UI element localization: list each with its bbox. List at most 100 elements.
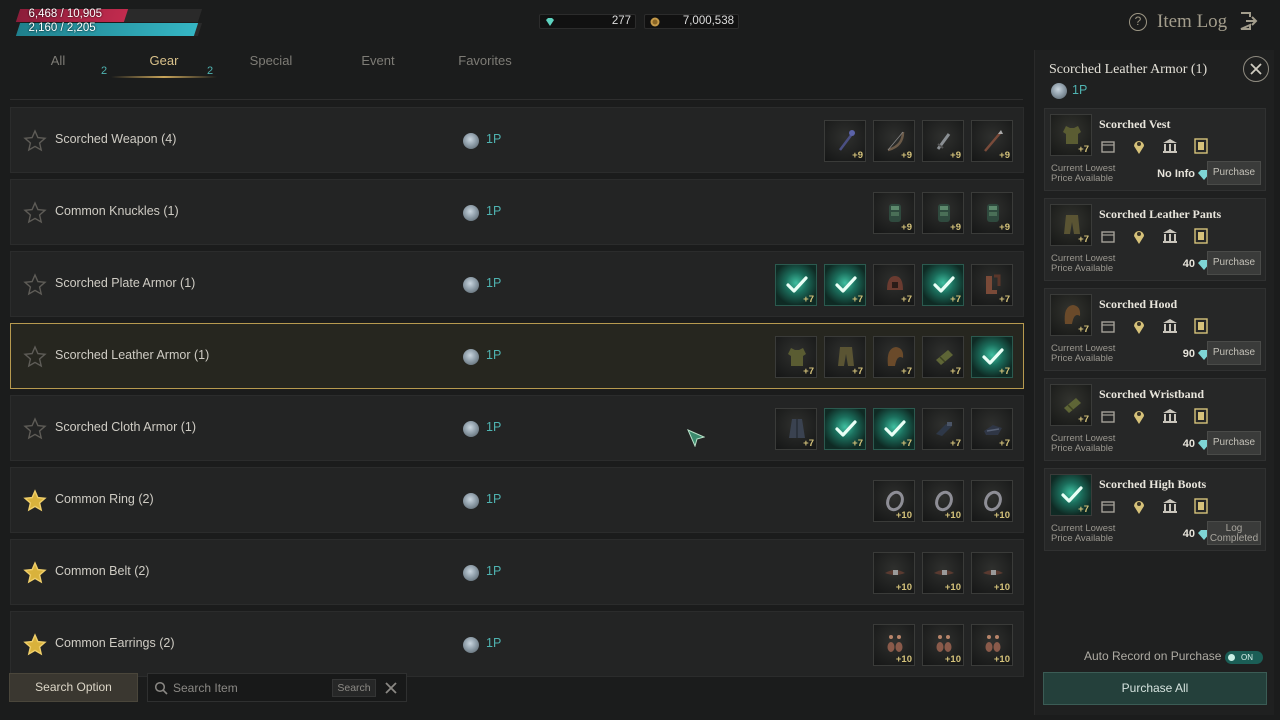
item-slot[interactable]: +7 — [922, 408, 964, 450]
favorite-star-icon[interactable] — [23, 129, 47, 153]
favorite-star-icon[interactable] — [23, 489, 47, 513]
item-slot[interactable]: +9 — [922, 192, 964, 234]
list-item[interactable]: Scorched Plate Armor (1) 1P +7 +7 +7 +7 +7 — [10, 251, 1024, 317]
item-slot[interactable]: +7 — [824, 336, 866, 378]
item-log-book-icon[interactable] — [1192, 317, 1210, 335]
item-slot[interactable]: +7 — [971, 408, 1013, 450]
item-set-name: Common Ring (2) — [55, 492, 154, 506]
tab-special[interactable]: Special — [226, 53, 316, 68]
list-item[interactable]: Scorched Cloth Armor (1) 1P +7 +7 +7 +7 +7 — [10, 395, 1024, 461]
tab-all[interactable]: All — [13, 53, 103, 68]
storage-icon[interactable] — [1099, 407, 1117, 425]
piece-thumbnail[interactable]: +7 — [1050, 474, 1092, 516]
purchase-button[interactable]: Purchase — [1207, 161, 1261, 185]
list-item[interactable]: Common Knuckles (1) 1P +9 +9 +9 — [10, 179, 1024, 245]
close-icon[interactable] — [384, 681, 398, 695]
question-circle-icon[interactable]: ? — [1129, 13, 1147, 31]
piece-card: +7 Scorched Vest Current Lowest Price Avail… — [1044, 108, 1266, 191]
item-slot[interactable]: +10 — [873, 552, 915, 594]
list-item[interactable]: Common Earrings (2) 1P +10 +10 +10 — [10, 611, 1024, 677]
item-slot[interactable]: +9 — [873, 120, 915, 162]
favorite-star-icon[interactable] — [23, 201, 47, 225]
hp-bar: 6,468 / 10,905 — [15, 8, 203, 22]
points-icon — [463, 421, 479, 437]
location-pin-icon[interactable] — [1130, 497, 1148, 515]
item-slot[interactable]: +7 — [922, 336, 964, 378]
favorite-star-icon[interactable] — [23, 561, 47, 585]
list-item[interactable]: Common Ring (2) 1P +10 +10 +10 — [10, 467, 1024, 533]
item-slot[interactable]: +10 — [971, 552, 1013, 594]
close-panel-button[interactable] — [1243, 56, 1269, 82]
favorite-star-icon[interactable] — [23, 273, 47, 297]
item-slot[interactable]: +7 — [873, 408, 915, 450]
item-slot[interactable]: +7 — [873, 336, 915, 378]
piece-thumbnail[interactable]: +7 — [1050, 114, 1092, 156]
item-slot[interactable]: +10 — [922, 480, 964, 522]
item-slot[interactable]: +7 — [775, 408, 817, 450]
lowest-line-2: Price Available — [1051, 172, 1114, 184]
item-slot[interactable]: +10 — [922, 552, 964, 594]
piece-thumbnail[interactable]: +7 — [1050, 204, 1092, 246]
item-slot[interactable]: +7 — [824, 408, 866, 450]
item-slot[interactable]: +7 — [971, 264, 1013, 306]
list-item[interactable]: Common Belt (2) 1P +10 +10 +10 — [10, 539, 1024, 605]
item-slot[interactable]: +9 — [873, 192, 915, 234]
favorite-star-icon[interactable] — [23, 345, 47, 369]
item-log-book-icon[interactable] — [1192, 227, 1210, 245]
marketplace-icon[interactable] — [1161, 317, 1179, 335]
auto-record-toggle[interactable]: ON — [1225, 651, 1263, 664]
item-log-book-icon[interactable] — [1192, 137, 1210, 155]
item-slot[interactable]: +7 — [873, 264, 915, 306]
enhance-level: +7 — [901, 294, 912, 305]
item-log-book-icon[interactable] — [1192, 407, 1210, 425]
item-slot[interactable]: +10 — [971, 480, 1013, 522]
item-log-book-icon[interactable] — [1192, 497, 1210, 515]
search-input[interactable] — [173, 680, 323, 696]
item-slot[interactable]: +7 — [775, 264, 817, 306]
marketplace-icon[interactable] — [1161, 137, 1179, 155]
item-slot[interactable]: +7 — [971, 336, 1013, 378]
exit-icon[interactable] — [1238, 11, 1258, 31]
purchase-all-button[interactable]: Purchase All — [1043, 672, 1267, 705]
item-slot[interactable]: +10 — [873, 624, 915, 666]
favorite-star-icon[interactable] — [23, 417, 47, 441]
purchase-button[interactable]: Purchase — [1207, 431, 1261, 455]
location-pin-icon[interactable] — [1130, 137, 1148, 155]
piece-thumbnail[interactable]: +7 — [1050, 384, 1092, 426]
marketplace-icon[interactable] — [1161, 407, 1179, 425]
storage-icon[interactable] — [1099, 317, 1117, 335]
favorite-star-icon[interactable] — [23, 633, 47, 657]
tab-gear[interactable]: Gear — [119, 53, 209, 68]
item-slot[interactable]: +10 — [971, 624, 1013, 666]
location-pin-icon[interactable] — [1130, 317, 1148, 335]
item-slot[interactable]: +10 — [922, 624, 964, 666]
item-slot[interactable]: +9 — [824, 120, 866, 162]
storage-icon[interactable] — [1099, 227, 1117, 245]
search-option-button[interactable]: Search Option — [9, 673, 138, 702]
marketplace-icon[interactable] — [1161, 227, 1179, 245]
detail-panel: Scorched Leather Armor (1) 1P +7 Scorched… — [1034, 50, 1274, 715]
item-slot[interactable]: +9 — [922, 120, 964, 162]
item-slot[interactable]: +7 — [824, 264, 866, 306]
storage-icon[interactable] — [1099, 137, 1117, 155]
item-slot[interactable]: +9 — [971, 192, 1013, 234]
tab-event[interactable]: Event — [333, 53, 423, 68]
enhance-level: +10 — [895, 510, 912, 521]
piece-thumbnail[interactable]: +7 — [1050, 294, 1092, 336]
storage-icon[interactable] — [1099, 497, 1117, 515]
marketplace-icon[interactable] — [1161, 497, 1179, 515]
purchase-button[interactable]: Purchase — [1207, 251, 1261, 275]
location-pin-icon[interactable] — [1130, 227, 1148, 245]
list-item[interactable]: Scorched Weapon (4) 1P +9 +9 +9 +9 — [10, 107, 1024, 173]
item-slot[interactable]: +7 — [922, 264, 964, 306]
purchase-button[interactable]: Purchase — [1207, 341, 1261, 365]
location-pin-icon[interactable] — [1130, 407, 1148, 425]
gem-icon — [546, 18, 554, 26]
item-slot[interactable]: +7 — [775, 336, 817, 378]
list-item[interactable]: Scorched Leather Armor (1) 1P +7 +7 +7 +7 +7 — [10, 323, 1024, 389]
item-slots: +10 +10 +10 — [873, 552, 1013, 594]
item-slot[interactable]: +10 — [873, 480, 915, 522]
item-slot[interactable]: +9 — [971, 120, 1013, 162]
tab-favorites[interactable]: Favorites — [440, 53, 530, 68]
search-button[interactable]: Search — [332, 679, 376, 697]
